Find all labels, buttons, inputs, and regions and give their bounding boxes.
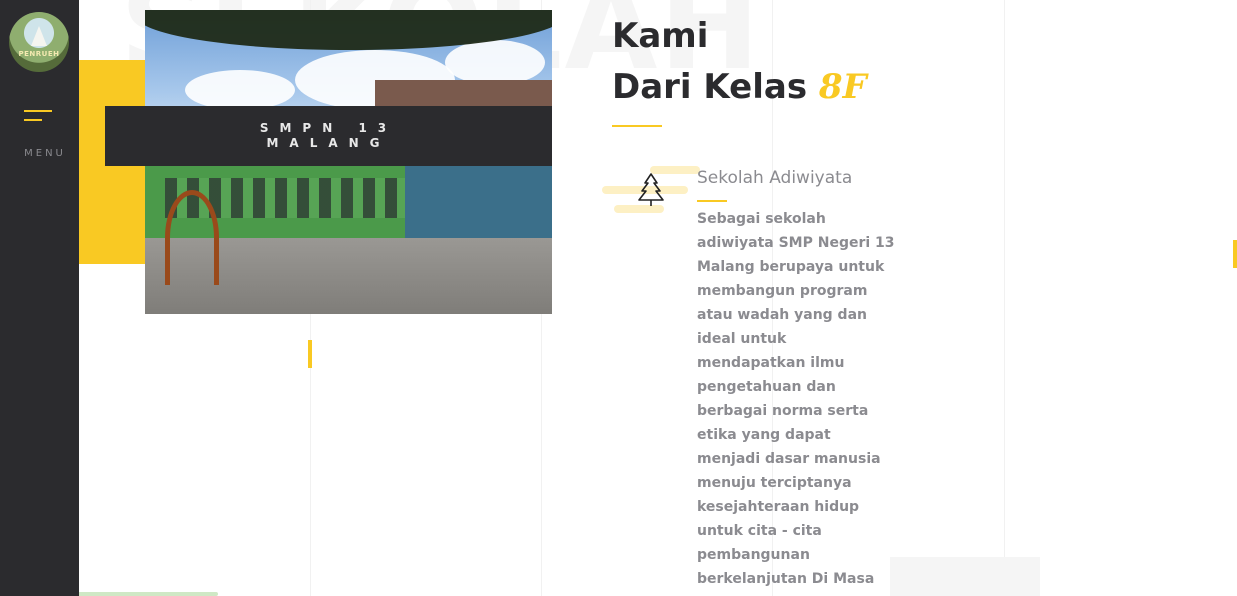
logo-mountain-icon (31, 26, 47, 46)
description-line: menuju terciptanya (697, 475, 852, 491)
class-label: 8F (818, 67, 867, 107)
grid-line (1004, 0, 1005, 596)
description-line: mendapatkan ilmu (697, 355, 845, 371)
pine-tree-icon (638, 173, 664, 206)
description-line: kesejahteraan hidup (697, 499, 860, 515)
description-line: pengetahuan dan (697, 379, 836, 395)
hamburger-menu-icon[interactable] (24, 108, 54, 124)
description-line: ideal untuk (697, 331, 787, 347)
description-line: atau wadah yang dan (697, 307, 867, 323)
decorative-yellow-tick (308, 340, 312, 368)
description-line: menjadi dasar manusia (697, 451, 881, 467)
description-line: untuk cita - cita (697, 523, 822, 539)
logo-text: PENRUEH (18, 50, 60, 58)
feature-title: Sekolah Adiwiyata (697, 168, 853, 188)
caption-line: MALANG (266, 136, 391, 150)
caption-line: SMPN 13 (259, 121, 398, 135)
sidebar: PENRUEH MENU (0, 0, 79, 596)
heading-divider (612, 125, 662, 127)
description-line: etika yang dapat (697, 427, 831, 443)
menu-label[interactable]: MENU (0, 148, 90, 159)
description-line: membangun program (697, 283, 868, 299)
photo-caption: SMPN 13 MALANG (105, 106, 552, 166)
heading-line-1: Kami (612, 16, 709, 56)
heading-prefix: Dari Kelas (612, 67, 819, 107)
school-logo[interactable]: PENRUEH (9, 12, 69, 72)
feature-divider (697, 200, 727, 202)
description-line: berkelanjutan Di Masa (697, 571, 875, 587)
decorative-grey-box (890, 557, 1040, 596)
description-line: adiwiyata SMP Negeri 13 (697, 235, 895, 251)
description-line: Malang berupaya untuk (697, 259, 885, 275)
description-line: Sebagai sekolah (697, 211, 826, 227)
description-line: pembangunan (697, 547, 810, 563)
description-line: berbagai norma serta (697, 403, 869, 419)
scroll-indicator (1233, 240, 1237, 268)
feature-description: Sebagai sekolah adiwiyata SMP Negeri 13 … (697, 207, 897, 591)
heading-line-2: Dari Kelas 8F (612, 67, 867, 107)
